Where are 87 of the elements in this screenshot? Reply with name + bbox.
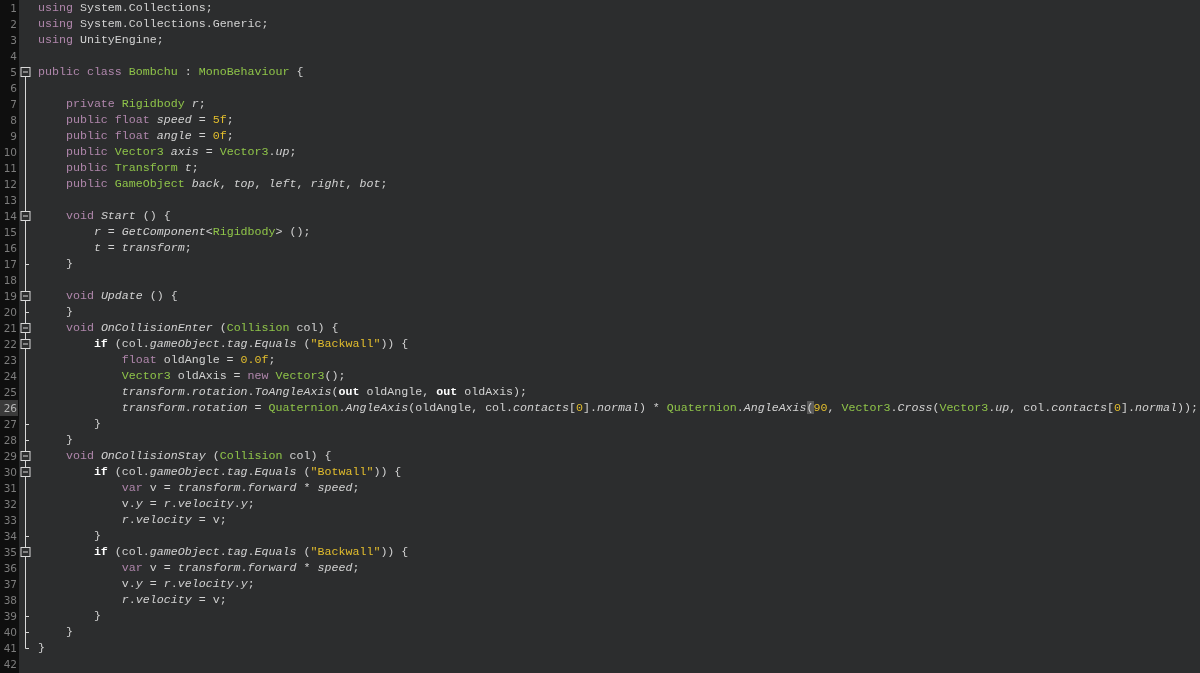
code-line: if (col.gameObject.tag.Equals ("Backwall")) { xyxy=(92,336,409,352)
line-number: 19 xyxy=(2,289,18,304)
code-line: r = GetComponent<Rigidbody> (); xyxy=(92,224,311,240)
code-line: } xyxy=(92,528,101,544)
line-number: 9 xyxy=(9,129,18,144)
code-line: } xyxy=(64,256,73,272)
line-number: 20 xyxy=(2,305,18,320)
code-line: } xyxy=(92,416,101,432)
code-line: } xyxy=(92,608,101,624)
code-line: public float angle = 0f; xyxy=(64,128,234,144)
line-number: 22 xyxy=(2,337,18,352)
line-number: 4 xyxy=(9,49,18,64)
collapse-icon[interactable] xyxy=(20,467,31,477)
collapse-icon[interactable] xyxy=(20,339,31,349)
code-line: } xyxy=(38,640,45,656)
code-line: using System.Collections; xyxy=(38,0,213,16)
line-number: 26 xyxy=(0,400,18,416)
code-line: v.y = r.velocity.y; xyxy=(120,496,255,512)
collapse-icon[interactable] xyxy=(20,291,31,301)
line-number: 41 xyxy=(2,641,18,656)
line-number: 38 xyxy=(2,593,18,608)
code-line: Vector3 oldAxis = new Vector3(); xyxy=(120,368,346,384)
line-number: 27 xyxy=(2,417,18,432)
code-line: using UnityEngine; xyxy=(38,32,164,48)
code-line: } xyxy=(64,624,73,640)
code-line: void Start () { xyxy=(64,208,171,224)
line-number: 23 xyxy=(2,353,18,368)
code-line: private Rigidbody r; xyxy=(64,96,206,112)
code-line: r.velocity = v; xyxy=(120,512,227,528)
code-line: void Update () { xyxy=(64,288,178,304)
line-number: 18 xyxy=(2,273,18,288)
code-line: v.y = r.velocity.y; xyxy=(120,576,255,592)
line-number: 1 xyxy=(9,1,18,16)
line-number: 39 xyxy=(2,609,18,624)
line-number: 35 xyxy=(2,545,18,560)
code-line: t = transform; xyxy=(92,240,192,256)
collapse-icon[interactable] xyxy=(20,323,31,333)
code-line: void OnCollisionStay (Collision col) { xyxy=(64,448,332,464)
code-line: transform.rotation.ToAngleAxis(out oldAngle, out oldAxis); xyxy=(120,384,528,400)
line-number: 14 xyxy=(2,209,18,224)
line-number: 7 xyxy=(9,97,18,112)
collapse-icon[interactable] xyxy=(20,451,31,461)
line-number: 36 xyxy=(2,561,18,576)
code-line: } xyxy=(64,304,73,320)
line-number: 34 xyxy=(2,529,18,544)
collapse-icon[interactable] xyxy=(20,211,31,221)
line-number: 2 xyxy=(9,17,18,32)
line-number: 33 xyxy=(2,513,18,528)
line-number: 40 xyxy=(2,625,18,640)
code-line: if (col.gameObject.tag.Equals ("Botwall")) { xyxy=(92,464,402,480)
line-number: 3 xyxy=(9,33,18,48)
code-line: using System.Collections.Generic; xyxy=(38,16,269,32)
code-line: var v = transform.forward * speed; xyxy=(120,560,360,576)
code-line: if (col.gameObject.tag.Equals ("Backwall")) { xyxy=(92,544,409,560)
line-number: 6 xyxy=(9,81,18,96)
code-line: void OnCollisionEnter (Collision col) { xyxy=(64,320,339,336)
line-number: 10 xyxy=(2,145,18,160)
line-number: 5 xyxy=(9,65,18,80)
line-number: 28 xyxy=(2,433,18,448)
code-line: public float speed = 5f; xyxy=(64,112,234,128)
line-number: 31 xyxy=(2,481,18,496)
line-number: 29 xyxy=(2,449,18,464)
line-number: 8 xyxy=(9,113,18,128)
line-number: 11 xyxy=(2,161,18,176)
code-line: } xyxy=(64,432,73,448)
line-number: 12 xyxy=(2,177,18,192)
code-line: public class Bombchu : MonoBehaviour { xyxy=(38,64,304,80)
collapse-icon[interactable] xyxy=(20,547,31,557)
code-line: var v = transform.forward * speed; xyxy=(120,480,360,496)
line-number: 24 xyxy=(2,369,18,384)
line-number: 16 xyxy=(2,241,18,256)
code-line: float oldAngle = 0.0f; xyxy=(120,352,276,368)
line-number: 30 xyxy=(2,465,18,480)
code-line: public Vector3 axis = Vector3.up; xyxy=(64,144,297,160)
code-line: r.velocity = v; xyxy=(120,592,227,608)
line-number: 32 xyxy=(2,497,18,512)
line-number: 17 xyxy=(2,257,18,272)
line-number: 13 xyxy=(2,193,18,208)
line-number: 42 xyxy=(2,657,18,672)
line-number: 25 xyxy=(2,385,18,400)
code-line: public GameObject back, top, left, right, bot; xyxy=(64,176,388,192)
line-number: 37 xyxy=(2,577,18,592)
code-line: public Transform t; xyxy=(64,160,199,176)
line-number: 15 xyxy=(2,225,18,240)
line-number: 21 xyxy=(2,321,18,336)
code-line: transform.rotation = Quaternion.AngleAxis(oldAngle, col.contacts[0].normal) * Quaternion.AngleAxis(90, Vector3.Cross(Vector3.up, col.contacts[0].normal)); xyxy=(120,400,1198,416)
collapse-icon[interactable] xyxy=(20,67,31,77)
